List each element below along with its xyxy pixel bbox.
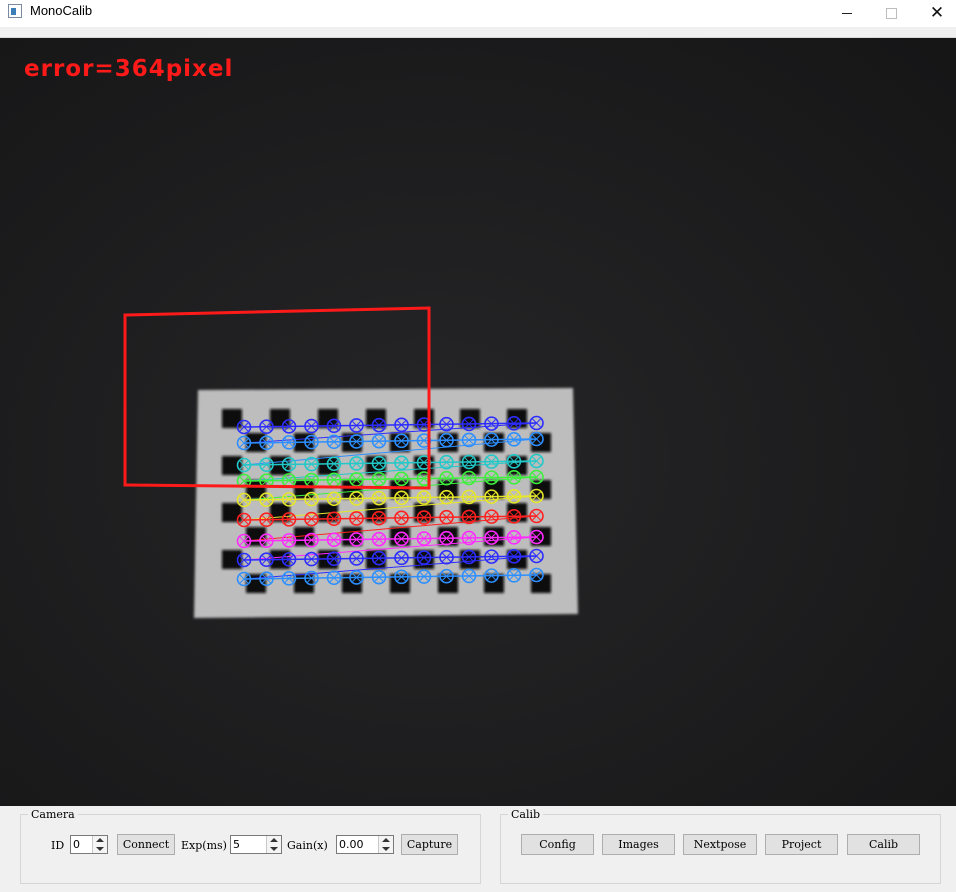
board-square — [222, 550, 242, 569]
camera-group: Camera ID 0 Connect Exp(ms) 5 Gain(x) 0.… — [20, 808, 481, 884]
camera-image — [0, 38, 956, 806]
gain-label: Gain(x) — [287, 839, 328, 852]
minimize-icon — [842, 13, 852, 14]
exposure-label: Exp(ms) — [181, 839, 227, 852]
title-bar: MonoCalib ✕ — [0, 0, 956, 27]
calib-button[interactable]: Calib — [847, 834, 920, 855]
maximize-icon — [885, 8, 897, 19]
app-icon — [8, 4, 22, 18]
close-icon: ✕ — [929, 3, 945, 23]
menu-strip — [0, 27, 956, 38]
maximize-button[interactable] — [868, 0, 914, 27]
error-label: error=364pixel — [24, 56, 234, 82]
camera-group-title: Camera — [28, 808, 78, 821]
board-square — [294, 574, 314, 593]
chevron-up-icon — [96, 838, 104, 842]
calib-group-title: Calib — [508, 808, 544, 821]
exposure-spinbox[interactable]: 5 — [230, 835, 282, 854]
board-square — [222, 409, 242, 428]
id-spinbox[interactable]: 0 — [70, 835, 108, 854]
chevron-up-icon — [270, 838, 278, 842]
chevron-down-icon — [96, 847, 104, 851]
calib-group: Calib Config Images Nextpose Project Cal… — [500, 808, 941, 884]
board-square — [222, 456, 242, 475]
window-title: MonoCalib — [30, 3, 93, 18]
id-label: ID — [51, 839, 65, 852]
board-square — [484, 574, 504, 593]
exposure-value: 5 — [233, 838, 240, 851]
capture-button[interactable]: Capture — [401, 834, 458, 855]
chevron-down-icon — [270, 847, 278, 851]
minimize-button[interactable] — [824, 0, 870, 27]
chevron-up-icon — [382, 838, 390, 842]
close-button[interactable]: ✕ — [914, 0, 956, 27]
connect-button[interactable]: Connect — [117, 834, 175, 855]
id-stepper[interactable] — [92, 836, 107, 853]
gain-stepper[interactable] — [378, 836, 393, 853]
images-button[interactable]: Images — [602, 834, 675, 855]
gain-spinbox[interactable]: 0.00 — [336, 835, 394, 854]
control-panel: Camera ID 0 Connect Exp(ms) 5 Gain(x) 0.… — [0, 806, 956, 892]
id-value: 0 — [73, 838, 80, 851]
gain-value: 0.00 — [339, 838, 364, 851]
nextpose-button[interactable]: Nextpose — [683, 834, 757, 855]
camera-view: error=364pixel — [0, 38, 956, 806]
exposure-stepper[interactable] — [266, 836, 281, 853]
config-button[interactable]: Config — [521, 834, 594, 855]
chevron-down-icon — [382, 847, 390, 851]
board-square — [222, 503, 242, 522]
project-button[interactable]: Project — [765, 834, 838, 855]
